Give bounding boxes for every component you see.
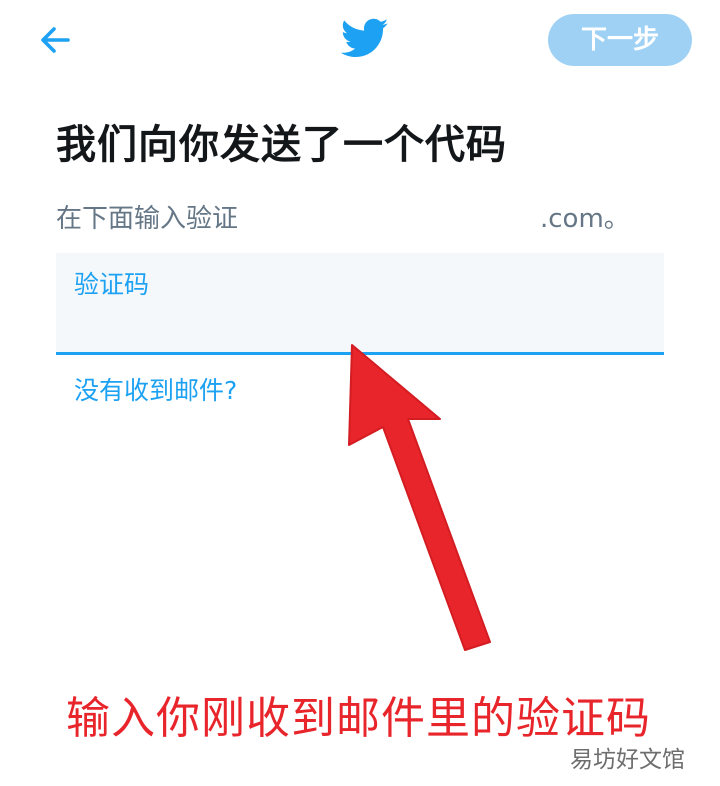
arrow-left-icon xyxy=(41,27,70,53)
next-button[interactable]: 下一步 xyxy=(548,14,692,66)
watermark-text: 易坊好文馆 xyxy=(570,747,685,773)
verification-code-label: 验证码 xyxy=(74,270,150,299)
resend-email-link[interactable]: 没有收到邮件? xyxy=(74,371,237,407)
instruction-text: 在下面输入验证 xyxy=(56,204,239,234)
verification-code-field[interactable]: 验证码 xyxy=(56,253,664,355)
top-bar: 下一步 xyxy=(0,0,720,80)
page-title: 我们向你发送了一个代码 xyxy=(56,122,507,168)
email-domain-text: .com。 xyxy=(540,204,630,234)
annotation-caption: 输入你刚收到邮件里的验证码 xyxy=(66,693,651,744)
back-button[interactable] xyxy=(36,20,76,60)
twitter-bird-icon xyxy=(340,14,389,62)
verification-code-input[interactable] xyxy=(74,303,644,343)
